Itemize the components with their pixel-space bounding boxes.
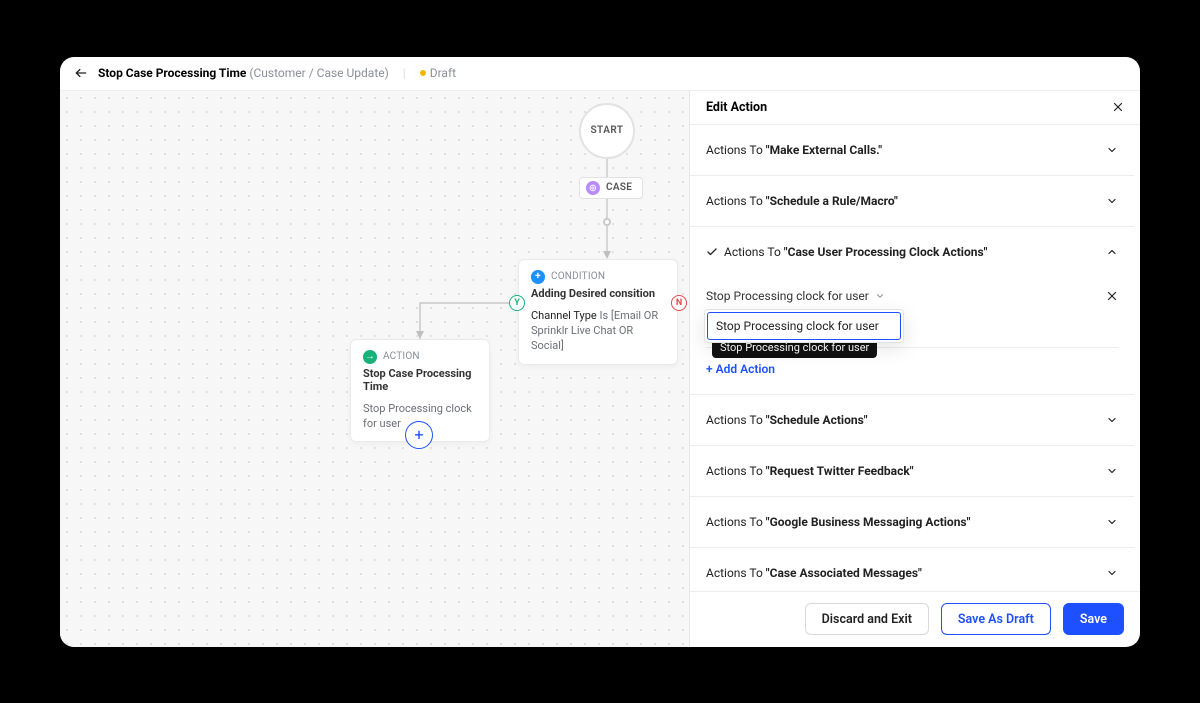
topbar: Stop Case Processing Time (Customer / Ca… — [60, 57, 1140, 91]
condition-type-label: CONDITION — [551, 271, 605, 282]
start-node-label: START — [590, 125, 623, 136]
body: START ◎ CASE CONDITION Adding Desired co… — [60, 91, 1140, 647]
chevron-down-icon — [1106, 567, 1118, 579]
chevron-up-icon — [1106, 246, 1118, 258]
panel-footer: Discard and Exit Save As Draft Save — [690, 591, 1140, 647]
section-label: Actions To "Schedule a Rule/Macro" — [706, 194, 898, 208]
section-label: Actions To "Case User Processing Clock A… — [724, 245, 987, 259]
chevron-down-icon — [1106, 414, 1118, 426]
condition-rule-field: Channel Type — [531, 309, 597, 322]
condition-rule: Channel Type Is [Email OR Sprinklr Live … — [531, 308, 665, 354]
arrow-circle-icon — [363, 350, 377, 364]
condition-title: Adding Desired consition — [531, 287, 665, 300]
page-title-main: Stop Case Processing Time — [98, 66, 246, 80]
save-draft-button[interactable]: Save As Draft — [941, 603, 1051, 635]
status-dot-icon — [420, 70, 426, 76]
status-badge: Draft — [420, 66, 456, 80]
entity-pill[interactable]: ◎ CASE — [579, 177, 643, 199]
dropdown-value: Stop Processing clock for user — [706, 289, 869, 303]
action-type-row: ACTION — [363, 350, 477, 364]
app-window: Stop Case Processing Time (Customer / Ca… — [60, 57, 1140, 647]
dropdown-options: Stop Processing clock for user — [704, 309, 904, 343]
action-type-label: ACTION — [383, 351, 420, 362]
section-label: Actions To "Case Associated Messages" — [706, 566, 922, 580]
entity-pill-label: CASE — [606, 182, 632, 193]
chevron-down-icon — [1106, 144, 1118, 156]
page-title-sub: (Customer / Case Update) — [249, 66, 388, 80]
page-title: Stop Case Processing Time (Customer / Ca… — [98, 66, 389, 80]
section-schedule-rule-macro[interactable]: Actions To "Schedule a Rule/Macro" — [690, 176, 1134, 227]
back-button[interactable] — [74, 66, 88, 80]
chevron-down-icon — [875, 291, 885, 301]
divider: | — [403, 66, 406, 80]
side-panel: Edit Action Actions To "Make External Ca… — [690, 91, 1140, 647]
add-node-button[interactable]: + — [405, 421, 433, 449]
close-icon[interactable] — [1112, 101, 1124, 113]
remove-action-icon[interactable] — [1106, 290, 1118, 302]
section-schedule-actions[interactable]: Actions To "Schedule Actions" — [690, 395, 1134, 446]
section-case-user-processing-clock[interactable]: Actions To "Case User Processing Clock A… — [690, 227, 1134, 277]
chevron-down-icon — [1106, 516, 1118, 528]
chevron-down-icon — [1106, 465, 1118, 477]
section-make-external-calls[interactable]: Actions To "Make External Calls." — [690, 125, 1134, 176]
section-label: Actions To "Request Twitter Feedback" — [706, 464, 914, 478]
section-label: Actions To "Schedule Actions" — [706, 413, 868, 427]
no-branch-badge[interactable]: N — [671, 295, 687, 311]
yes-branch-badge[interactable]: Y — [509, 295, 525, 311]
save-button[interactable]: Save — [1063, 603, 1124, 635]
section-lead: Actions To "Case User Processing Clock A… — [706, 245, 987, 259]
condition-card[interactable]: CONDITION Adding Desired consition Chann… — [518, 259, 678, 365]
action-dropdown-row: Stop Processing clock for user Stop Proc… — [706, 287, 1118, 305]
discard-button[interactable]: Discard and Exit — [805, 603, 929, 635]
start-node[interactable]: START — [579, 103, 635, 159]
panel-header: Edit Action — [690, 91, 1140, 125]
condition-type-row: CONDITION — [531, 270, 665, 284]
plus-circle-icon — [531, 270, 545, 284]
case-icon: ◎ — [586, 181, 600, 195]
panel-title: Edit Action — [706, 100, 767, 115]
check-icon — [706, 246, 718, 258]
condition-rule-verb: Is — [600, 309, 609, 322]
status-label: Draft — [430, 66, 456, 80]
section-expanded-body: Stop Processing clock for user Stop Proc… — [690, 287, 1134, 395]
section-label: Actions To "Google Business Messaging Ac… — [706, 515, 970, 529]
junction-node[interactable] — [603, 218, 611, 226]
panel-scroll[interactable]: Actions To "Make External Calls." Action… — [690, 125, 1140, 591]
action-title: Stop Case Processing Time — [363, 367, 477, 393]
dropdown-option[interactable]: Stop Processing clock for user — [707, 312, 901, 340]
section-case-associated-messages[interactable]: Actions To "Case Associated Messages" — [690, 548, 1134, 591]
action-dropdown[interactable]: Stop Processing clock for user — [706, 287, 885, 305]
section-google-business-messaging[interactable]: Actions To "Google Business Messaging Ac… — [690, 497, 1134, 548]
section-label: Actions To "Make External Calls." — [706, 143, 882, 157]
section-request-twitter-feedback[interactable]: Actions To "Request Twitter Feedback" — [690, 446, 1134, 497]
workflow-canvas[interactable]: START ◎ CASE CONDITION Adding Desired co… — [60, 91, 690, 647]
chevron-down-icon — [1106, 195, 1118, 207]
